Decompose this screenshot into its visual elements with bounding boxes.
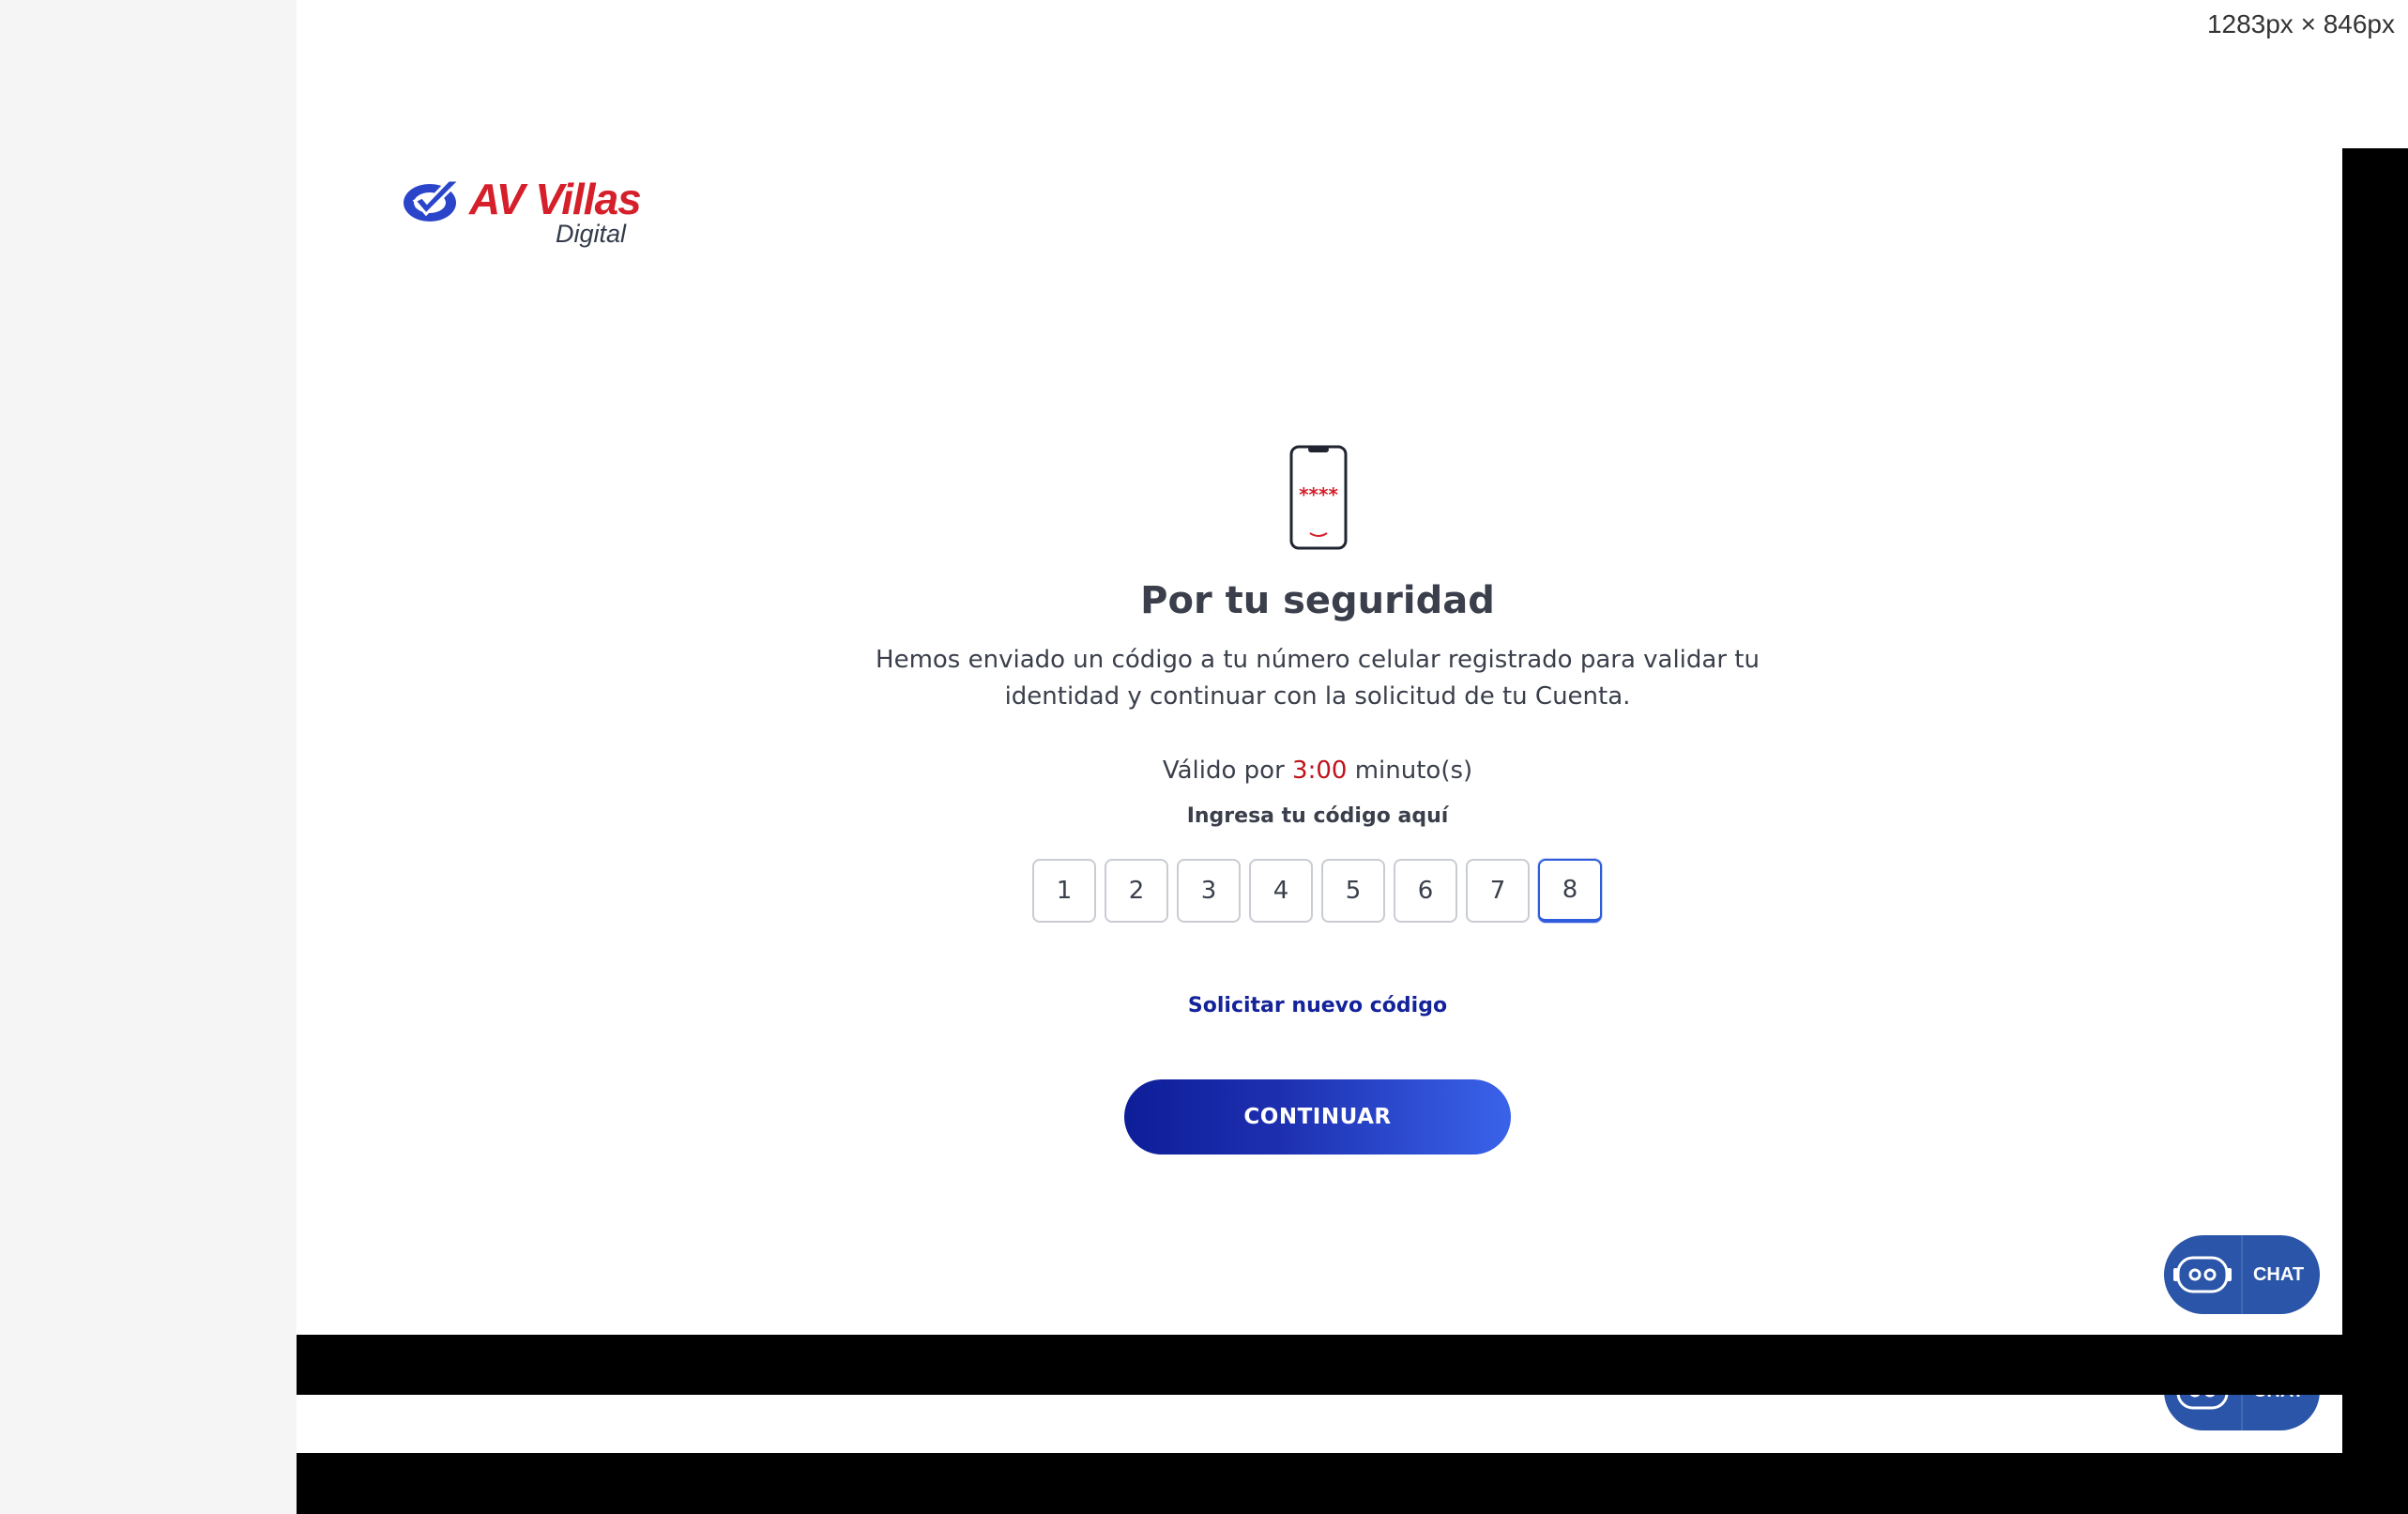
capture-band-bottom	[297, 1453, 2408, 1514]
viewport-size-readout: 1283px × 846px	[2206, 9, 2395, 38]
robot-icon	[2164, 1235, 2243, 1314]
continue-button[interactable]: CONTINUAR	[1124, 1079, 1511, 1155]
validity-prefix: Válido por	[1162, 757, 1285, 785]
otp-digit-7[interactable]: 7	[1466, 859, 1530, 923]
phone-icon: ****	[1289, 445, 1348, 550]
request-new-code-link[interactable]: Solicitar nuevo código	[1130, 989, 1505, 1023]
page-title: Por tu seguridad	[1140, 579, 1495, 622]
logo-checkmark-icon	[404, 178, 464, 222]
left-gutter	[0, 0, 297, 1514]
logo-subtitle: Digital	[556, 220, 627, 248]
code-validity: Válido por 3:00 minuto(s)	[1036, 751, 1599, 790]
otp-digit-8[interactable]: 8	[1538, 859, 1602, 923]
phone-screen-code: ****	[1299, 483, 1338, 506]
otp-digit-6[interactable]: 6	[1394, 859, 1457, 923]
validity-suffix: minuto(s)	[1354, 757, 1473, 785]
brand-logo[interactable]: AV Villas Digital	[402, 173, 646, 253]
otp-digit-1[interactable]: 1	[1032, 859, 1096, 923]
capture-band-top	[297, 1335, 2342, 1395]
otp-code-inputs: 1 2 3 4 5 6 7 8	[1032, 859, 1602, 925]
otp-digit-3[interactable]: 3	[1177, 859, 1241, 923]
verification-description: Hemos enviado un código a tu número celu…	[876, 646, 1760, 711]
chat-button[interactable]: CHAT	[2164, 1235, 2320, 1314]
validity-timer: 3:00	[1292, 757, 1348, 785]
code-input-label: Ingresa tu código aquí	[1186, 804, 1449, 828]
screen: 1283px × 846px AV Villas Digital **** Po…	[0, 0, 2408, 1514]
otp-digit-5[interactable]: 5	[1321, 859, 1385, 923]
otp-digit-2[interactable]: 2	[1105, 859, 1168, 923]
chat-label: CHAT	[2252, 1263, 2305, 1285]
otp-digit-4[interactable]: 4	[1249, 859, 1313, 923]
capture-edge-bar	[2342, 148, 2408, 1514]
